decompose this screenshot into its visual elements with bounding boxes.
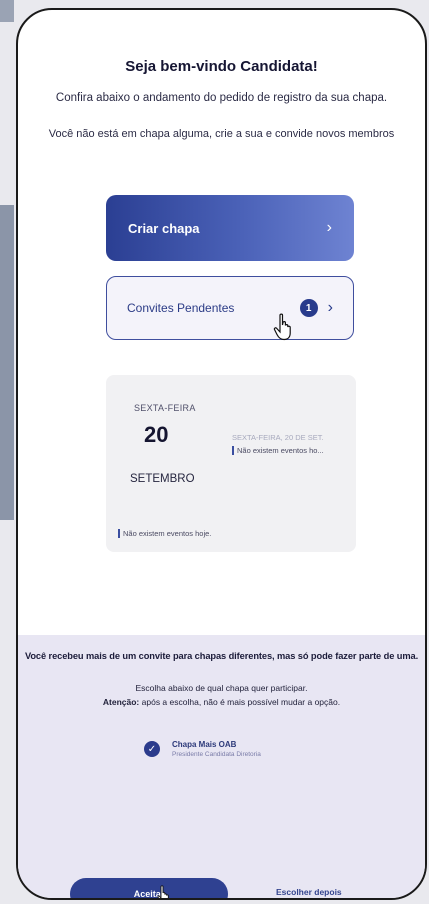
choose-later-link[interactable]: Escolher depois: [276, 887, 342, 897]
chevron-right-icon: ›: [326, 219, 332, 236]
create-chapa-button[interactable]: Criar chapa ›: [106, 195, 354, 261]
calendar-widget: SEXTA-FEIRA 20 SETEMBRO SEXTA-FEIRA, 20 …: [106, 375, 356, 552]
choice-instruction: Escolha abaixo de qual chapa quer partic…: [135, 683, 308, 693]
background-edge-top: [0, 0, 14, 22]
phone-frame: Seja bem-vindo Candidata! Confira abaixo…: [16, 8, 427, 900]
invites-count-badge: 1: [299, 299, 318, 317]
calendar-side-date: SEXTA-FEIRA, 20 DE SET.: [232, 433, 324, 442]
calendar-month: SETEMBRO: [130, 473, 195, 485]
multiple-invites-warning: Você recebeu mais de um convite para cha…: [24, 651, 419, 661]
attention-note: Atenção: após a escolha, não é mais poss…: [18, 697, 425, 707]
calendar-bottom-event: Não existem eventos hoje.: [118, 529, 211, 538]
accept-button[interactable]: Aceitar: [70, 878, 228, 898]
welcome-subtitle: Confira abaixo o andamento do pedido de …: [55, 92, 388, 104]
calendar-side-event: Não existem eventos ho...: [232, 446, 324, 455]
chapa-option-desc: Presidente Candidata Diretoria: [172, 751, 261, 758]
welcome-title: Seja bem-vindo Candidata!: [125, 58, 318, 75]
chapa-option-text: Chapa Mais OAB Presidente Candidata Dire…: [172, 740, 261, 758]
calendar-weekday: SEXTA-FEIRA: [134, 403, 196, 413]
chapa-option-name: Chapa Mais OAB: [172, 740, 237, 749]
hand-cursor-icon: [157, 885, 169, 898]
chapa-choice-panel: Você recebeu mais de um convite para cha…: [18, 635, 425, 898]
background-edge-side: [0, 205, 14, 520]
checkmark-icon[interactable]: ✓: [144, 741, 160, 757]
create-chapa-label: Criar chapa: [128, 220, 200, 236]
no-chapa-notice: Você não está em chapa alguma, crie a su…: [48, 128, 395, 140]
chapa-option[interactable]: ✓ Chapa Mais OAB Presidente Candidata Di…: [144, 740, 261, 758]
attention-text: após a escolha, não é mais possível muda…: [141, 697, 341, 707]
calendar-day: 20: [144, 422, 169, 447]
chevron-right-icon: ›: [327, 299, 333, 316]
attention-label: Atenção:: [102, 697, 140, 707]
hand-cursor-icon: [273, 313, 291, 341]
pending-invites-button[interactable]: Convites Pendentes 1 ›: [106, 276, 354, 340]
